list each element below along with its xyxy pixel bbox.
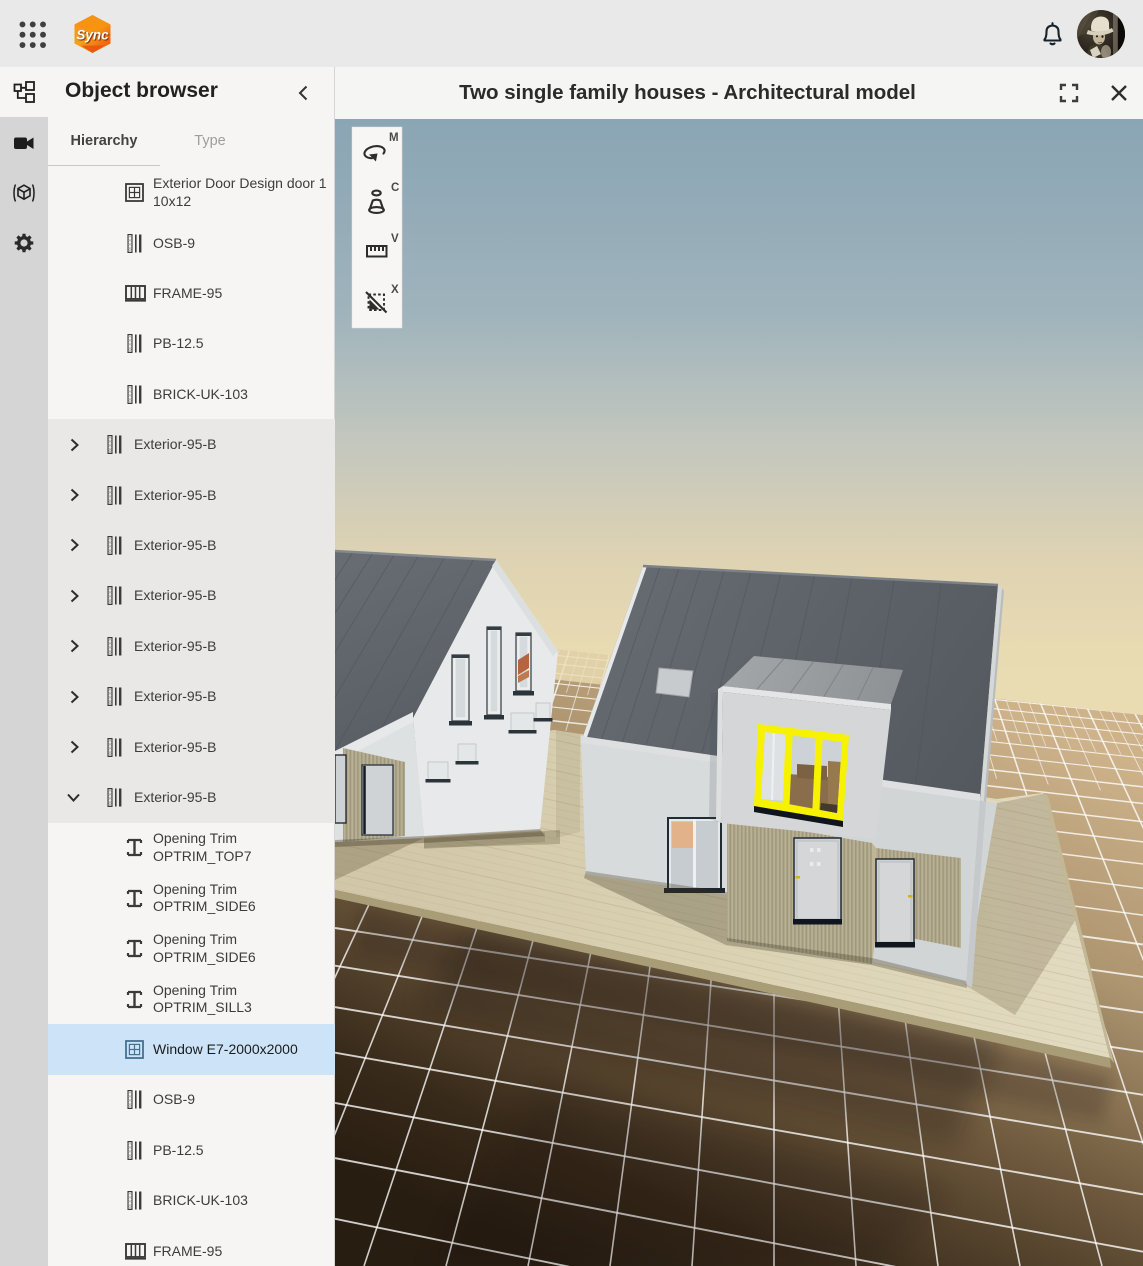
svg-text:M: M xyxy=(389,132,399,144)
svg-text:C: C xyxy=(391,182,399,194)
svg-text:V: V xyxy=(391,233,399,245)
svg-text:X: X xyxy=(391,284,399,296)
